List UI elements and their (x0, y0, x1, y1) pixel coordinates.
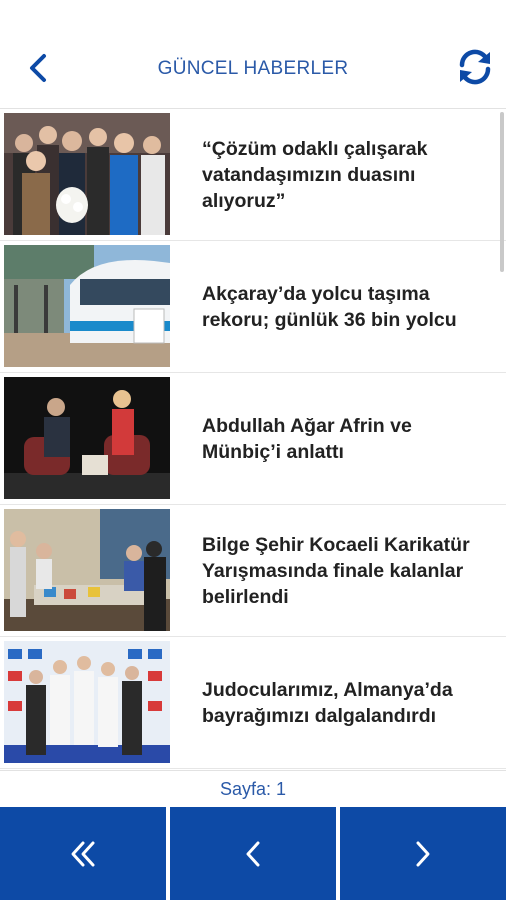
double-chevron-left-icon (71, 841, 95, 866)
page-indicator: Sayfa: 1 (0, 770, 506, 807)
chevron-right-icon (416, 841, 430, 866)
news-title: Akçaray’da yolcu taşıma rekoru; günlük 3… (202, 282, 457, 331)
refresh-icon (459, 49, 491, 85)
news-item[interactable]: Bilge Şehir Kocaeli Karikatür Yarışmasın… (0, 505, 506, 637)
news-item[interactable]: Judocularımız, Almanya’da bayrağımızı da… (0, 637, 506, 769)
news-thumbnail-stage-interview (4, 377, 170, 499)
news-item[interactable]: Akçaray’da yolcu taşıma rekoru; günlük 3… (0, 241, 506, 373)
news-thumbnail-tram (4, 245, 170, 367)
page-title: GÜNCEL HABERLER (157, 58, 349, 79)
pagination-bar (0, 807, 506, 900)
previous-page-button[interactable] (170, 807, 336, 900)
news-thumbnail-judo-podium (4, 641, 170, 763)
app-header: GÜNCEL HABERLER (0, 0, 506, 109)
news-title: Judocularımız, Almanya’da bayrağımızı da… (202, 678, 453, 727)
news-item[interactable]: Abdullah Ağar Afrin ve Münbiç’i anlattı (0, 373, 506, 505)
first-page-button[interactable] (0, 807, 166, 900)
news-list[interactable]: “Çözüm odaklı çalışarak vatandaşımızın d… (0, 109, 506, 769)
news-title: Bilge Şehir Kocaeli Karikatür Yarışmasın… (202, 533, 470, 608)
news-item[interactable]: “Çözüm odaklı çalışarak vatandaşımızın d… (0, 109, 506, 241)
next-page-button[interactable] (340, 807, 506, 900)
news-thumbnail-group-photo (4, 113, 170, 235)
news-title: “Çözüm odaklı çalışarak vatandaşımızın d… (202, 137, 428, 212)
scrollbar[interactable] (500, 112, 504, 272)
chevron-left-icon (246, 841, 260, 866)
news-thumbnail-cartoon-jury (4, 509, 170, 631)
refresh-button[interactable] (454, 46, 496, 88)
news-title: Abdullah Ağar Afrin ve Münbiç’i anlattı (202, 414, 412, 463)
